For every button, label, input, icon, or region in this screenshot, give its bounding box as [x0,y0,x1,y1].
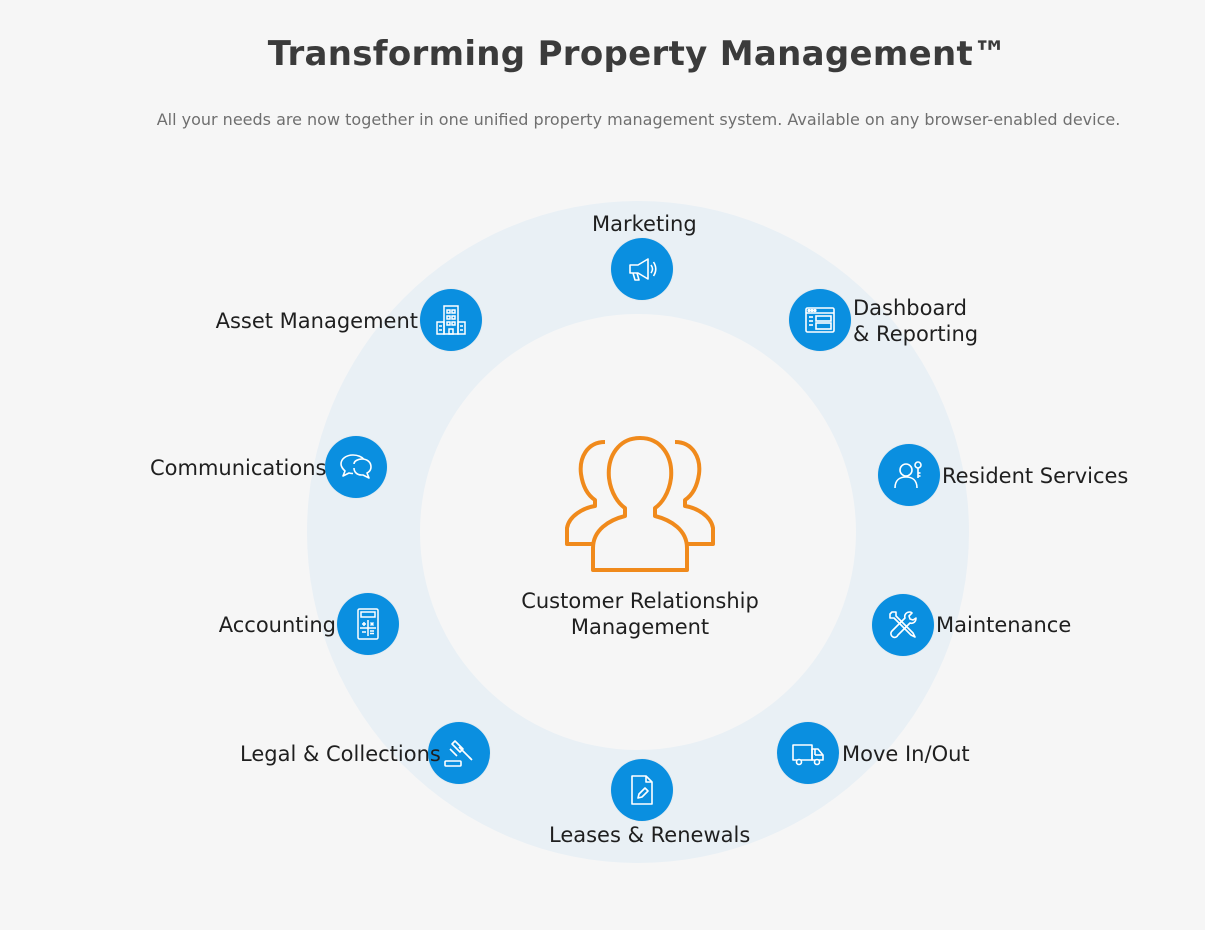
center-label-line2: Management [570,615,710,639]
module-leases-renewals[interactable] [611,759,673,821]
module-resident-services[interactable] [878,444,940,506]
tools-icon [889,611,917,639]
label-maintenance: Maintenance [936,613,1072,637]
module-dashboard[interactable] [789,289,851,351]
truck-icon [792,744,824,766]
label-resident-services: Resident Services [942,464,1129,488]
chat-bubbles-icon [340,454,372,479]
dashboard-icon [805,307,835,333]
resident-key-icon [894,461,922,489]
module-accounting[interactable] [337,593,399,655]
module-maintenance[interactable] [872,594,934,656]
label-accounting: Accounting [218,613,336,637]
label-marketing: Marketing [592,212,697,236]
module-move-in-out[interactable] [777,722,839,784]
center-label: Customer Relationship Management [490,588,790,640]
module-marketing[interactable] [611,238,673,300]
label-dashboard-line1: Dashboard [853,296,967,320]
document-pen-icon [631,775,653,805]
module-asset-management[interactable] [420,289,482,351]
page-title: Transforming Property Management™ [267,34,1008,74]
building-icon [436,305,466,335]
label-communications: Communications [150,456,327,480]
center-label-line1: Customer Relationship [521,589,759,613]
megaphone-icon [629,258,657,281]
gavel-icon [444,740,473,767]
label-leases-renewals: Leases & Renewals [549,823,751,847]
label-move-in-out: Move In/Out [842,742,970,766]
label-dashboard: Dashboard & Reporting [853,295,978,347]
people-group-icon [565,436,715,572]
calculator-icon [357,608,379,640]
label-asset-management: Asset Management [215,309,418,333]
module-communications[interactable] [325,436,387,498]
label-dashboard-line2: & Reporting [853,322,979,346]
label-legal-collections: Legal & Collections [240,742,441,766]
page-subtitle: All your needs are now together in one u… [156,110,1121,129]
